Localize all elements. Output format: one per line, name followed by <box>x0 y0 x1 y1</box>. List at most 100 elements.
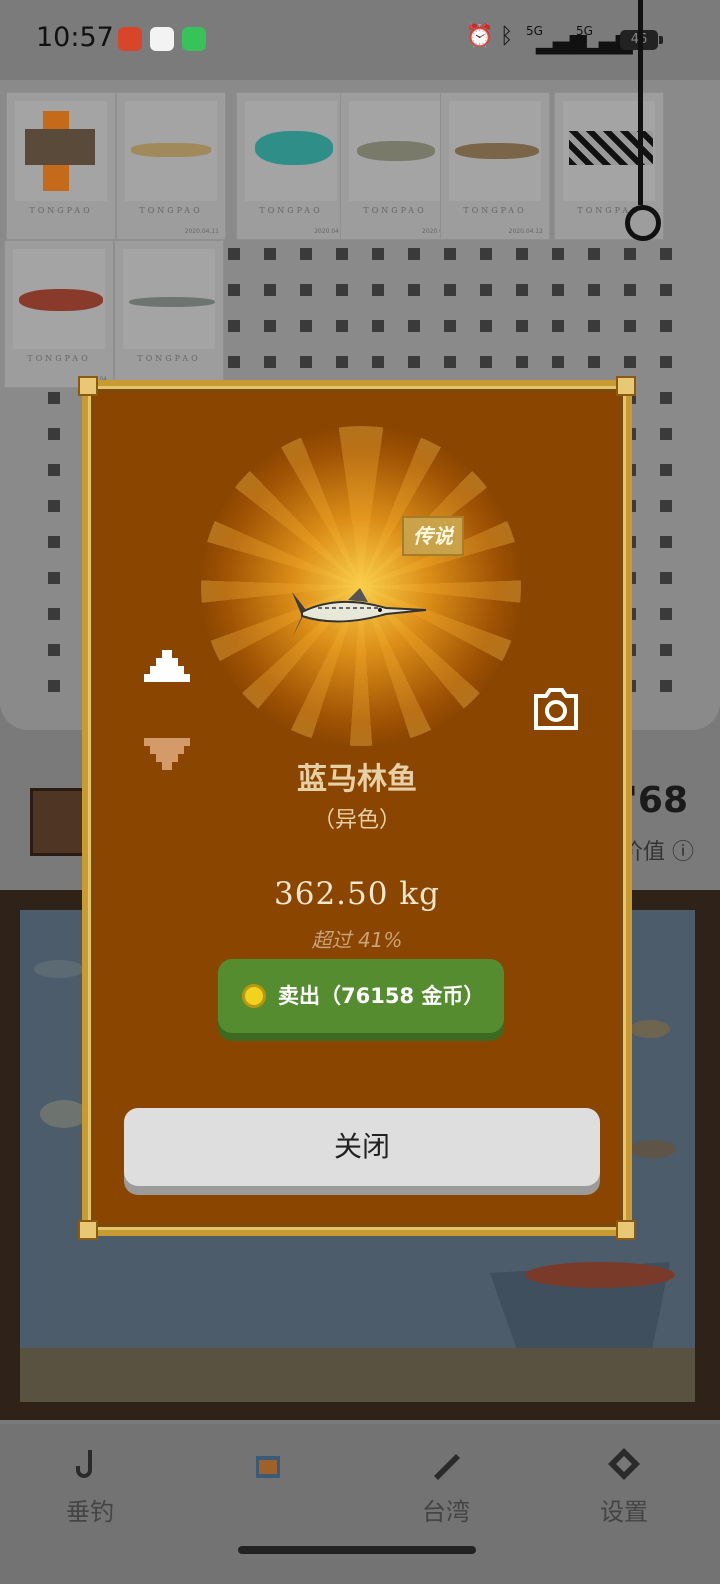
board-grid-dot <box>48 428 60 440</box>
marlin-fish-icon <box>34 960 84 978</box>
card-brand: TONGPAO <box>363 206 427 215</box>
board-grid-dot <box>48 464 60 476</box>
bluetooth-icon: ᛒ <box>500 24 514 49</box>
weather-app-icon <box>118 27 142 51</box>
board-grid-dot <box>300 284 312 296</box>
value-number: '68 <box>626 780 688 821</box>
frame-corner <box>616 1220 636 1240</box>
frame-corner <box>78 376 98 396</box>
bottle-icon <box>434 1454 460 1480</box>
board-grid-dot <box>48 572 60 584</box>
fish-card[interactable]: TONGPAO 2020.04 <box>236 92 346 240</box>
security-app-icon <box>150 27 174 51</box>
fishing-hook <box>625 205 661 241</box>
nav-item-collection[interactable] <box>178 1424 358 1544</box>
board-grid-dot <box>444 284 456 296</box>
arrow-up-icon[interactable] <box>144 646 190 682</box>
board-grid-dot <box>444 356 456 368</box>
nav-label: 垂钓 <box>66 1498 114 1526</box>
board-grid-dot <box>336 320 348 332</box>
board-grid-dot <box>48 392 60 404</box>
close-button[interactable]: 关闭 <box>124 1108 600 1186</box>
board-grid-dot <box>444 248 456 260</box>
board-grid-dot <box>480 320 492 332</box>
board-grid-dot <box>300 356 312 368</box>
board-grid-dot <box>552 320 564 332</box>
board-grid-dot <box>264 320 276 332</box>
fish-card[interactable]: TONGPAO <box>6 92 116 240</box>
nav-item-settings[interactable]: 设置 <box>534 1424 714 1544</box>
board-grid-dot <box>336 284 348 296</box>
frame-corner <box>616 376 636 396</box>
fishing-line <box>638 0 643 205</box>
nav-item-fishing[interactable]: 垂钓 <box>0 1424 180 1544</box>
nav-label: 设置 <box>600 1498 648 1526</box>
board-grid-dot <box>660 644 672 656</box>
board-grid-dot <box>660 500 672 512</box>
parrotfish-icon <box>255 131 333 165</box>
board-grid-dot <box>48 536 60 548</box>
sturgeon-fish-icon <box>630 1020 670 1038</box>
board-grid-dot <box>660 320 672 332</box>
fish-card-image <box>123 249 215 349</box>
card-brand: TONGPAO <box>29 206 93 215</box>
marlin-icon <box>129 297 215 307</box>
board-grid-dot <box>624 356 636 368</box>
fish-card[interactable]: TONGPAO 2020.04.11 <box>116 92 226 240</box>
board-grid-dot <box>300 248 312 260</box>
board-grid-dot <box>660 392 672 404</box>
catfish-icon <box>455 143 539 159</box>
fish-variant: （异色） <box>312 808 401 833</box>
sturgeon-icon <box>131 143 211 157</box>
sell-button[interactable]: 卖出（76158 金币） <box>218 959 504 1033</box>
bottom-nav: 垂钓 台湾 设置 <box>0 1424 720 1584</box>
aquarium-sand <box>20 1348 695 1402</box>
board-grid-dot <box>552 248 564 260</box>
board-grid-dot <box>588 284 600 296</box>
board-grid-dot <box>624 284 636 296</box>
board-grid-dot <box>336 248 348 260</box>
board-grid-dot <box>228 248 240 260</box>
board-grid-dot <box>516 320 528 332</box>
board-grid-dot <box>588 320 600 332</box>
board-grid-dot <box>48 644 60 656</box>
board-grid-dot <box>624 320 636 332</box>
board-grid-dot <box>228 320 240 332</box>
blue-marlin-icon <box>292 588 427 638</box>
catfish-fish-icon <box>630 1140 676 1158</box>
fish-card[interactable]: TONGPAO 2020.0 <box>340 92 450 240</box>
arowana-fish-icon <box>525 1262 675 1288</box>
gold-coin-icon <box>242 984 266 1008</box>
board-grid-dot <box>660 356 672 368</box>
board-grid-dot <box>552 356 564 368</box>
nav-item-taiwan[interactable]: 台湾 <box>356 1424 536 1544</box>
pixel-fish-body <box>25 129 95 165</box>
board-grid-dot <box>660 680 672 692</box>
sell-button-label: 卖出（76158 金币） <box>278 984 485 1008</box>
board-grid-dot <box>660 428 672 440</box>
board-grid-dot <box>408 356 420 368</box>
board-grid-dot <box>372 284 384 296</box>
rarity-badge: 传说 <box>402 516 464 556</box>
catch-result-modal: 传说 蓝马林鱼 （异色） 362.50 kg 超过 41% 卖出（76158 金… <box>78 376 636 1240</box>
arowana-icon <box>19 289 103 311</box>
fish-card-image <box>449 101 541 201</box>
fish-card-image <box>15 101 107 201</box>
board-grid-dot <box>660 536 672 548</box>
home-indicator[interactable] <box>238 1546 476 1554</box>
card-brand: TONGPAO <box>139 206 203 215</box>
card-brand: TONGPAO <box>463 206 527 215</box>
fish-card-image <box>349 101 441 201</box>
board-grid-dot <box>48 680 60 692</box>
fish-card[interactable]: TONGPAO 2020.04.12 <box>440 92 550 240</box>
card-date: 2020.04.11 <box>184 228 219 235</box>
fish-card[interactable]: TONGPAO <box>114 240 224 388</box>
board-grid-dot <box>264 248 276 260</box>
sailfish-icon <box>357 141 435 161</box>
card-date: 2020.04.12 <box>508 228 543 235</box>
fish-card[interactable]: TONGPAO 2020.04 <box>4 240 114 388</box>
card-brand: TONGPAO <box>27 354 91 363</box>
card-brand: TONGPAO <box>137 354 201 363</box>
nav-label: 台湾 <box>422 1498 470 1526</box>
camera-icon[interactable] <box>532 688 580 730</box>
